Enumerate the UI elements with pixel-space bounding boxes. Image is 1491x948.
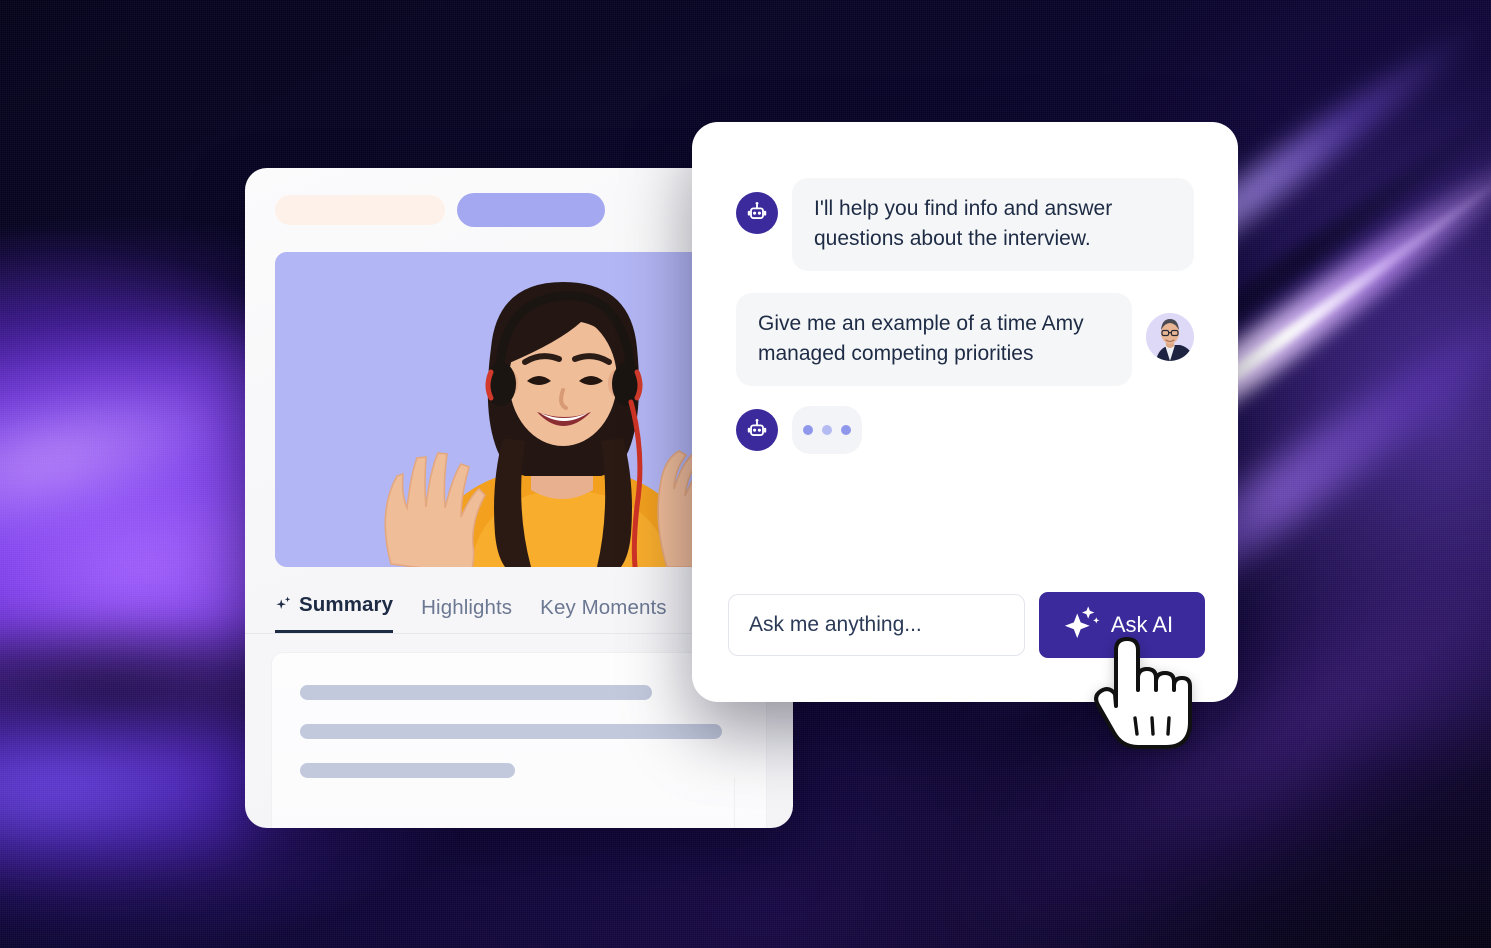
sparkle-icon: [275, 596, 292, 615]
typing-dot: [841, 424, 851, 435]
chat-message-bot: I'll help you find info and answer quest…: [736, 178, 1194, 271]
tab-highlights[interactable]: Highlights: [421, 596, 512, 633]
ask-ai-button-label: Ask AI: [1110, 612, 1174, 637]
video-thumbnail-illustration: [275, 252, 763, 567]
chat-composer: Ask AI: [728, 592, 1205, 658]
video-thumbnail[interactable]: [275, 252, 763, 567]
user-photo-avatar: [1146, 312, 1194, 361]
tab-summary[interactable]: Summary: [275, 593, 394, 633]
sparkles-icon: [1063, 603, 1101, 647]
robot-icon: [736, 192, 778, 234]
ask-ai-chat-panel: I'll help you find info and answer quest…: [692, 122, 1238, 702]
skeleton-line: [300, 763, 515, 778]
typing-dot: [803, 424, 813, 435]
robot-icon-glyph: [747, 418, 767, 436]
header-placeholder-peach: [275, 195, 445, 225]
skeleton-line: [300, 685, 652, 700]
tab-key-moments[interactable]: Key Moments: [540, 596, 666, 633]
tab-highlights-label: Highlights: [421, 596, 513, 619]
card-seam: [734, 778, 735, 828]
robot-icon: [736, 408, 778, 451]
chat-bubble-user-text: Give me an example of a time Amy managed…: [736, 292, 1132, 386]
tab-key-moments-label: Key Moments: [540, 596, 667, 619]
typing-indicator: [736, 405, 1194, 454]
tab-summary-label: Summary: [299, 593, 394, 616]
typing-dot: [822, 424, 832, 435]
user-photo-avatar-illustration: [1146, 312, 1194, 361]
ask-input[interactable]: [728, 594, 1025, 656]
robot-icon-glyph: [747, 202, 767, 219]
header-placeholder-blue: [457, 193, 605, 227]
screenshot-stage: Summary Highlights Key Moments I'll help…: [0, 0, 1491, 948]
skeleton-line: [300, 724, 722, 739]
typing-dots-bubble: [792, 405, 862, 454]
ask-ai-button[interactable]: Ask AI: [1039, 592, 1205, 658]
chat-bubble-bot-text: I'll help you find info and answer quest…: [792, 178, 1194, 271]
chat-message-user: Give me an example of a time Amy managed…: [736, 292, 1194, 386]
